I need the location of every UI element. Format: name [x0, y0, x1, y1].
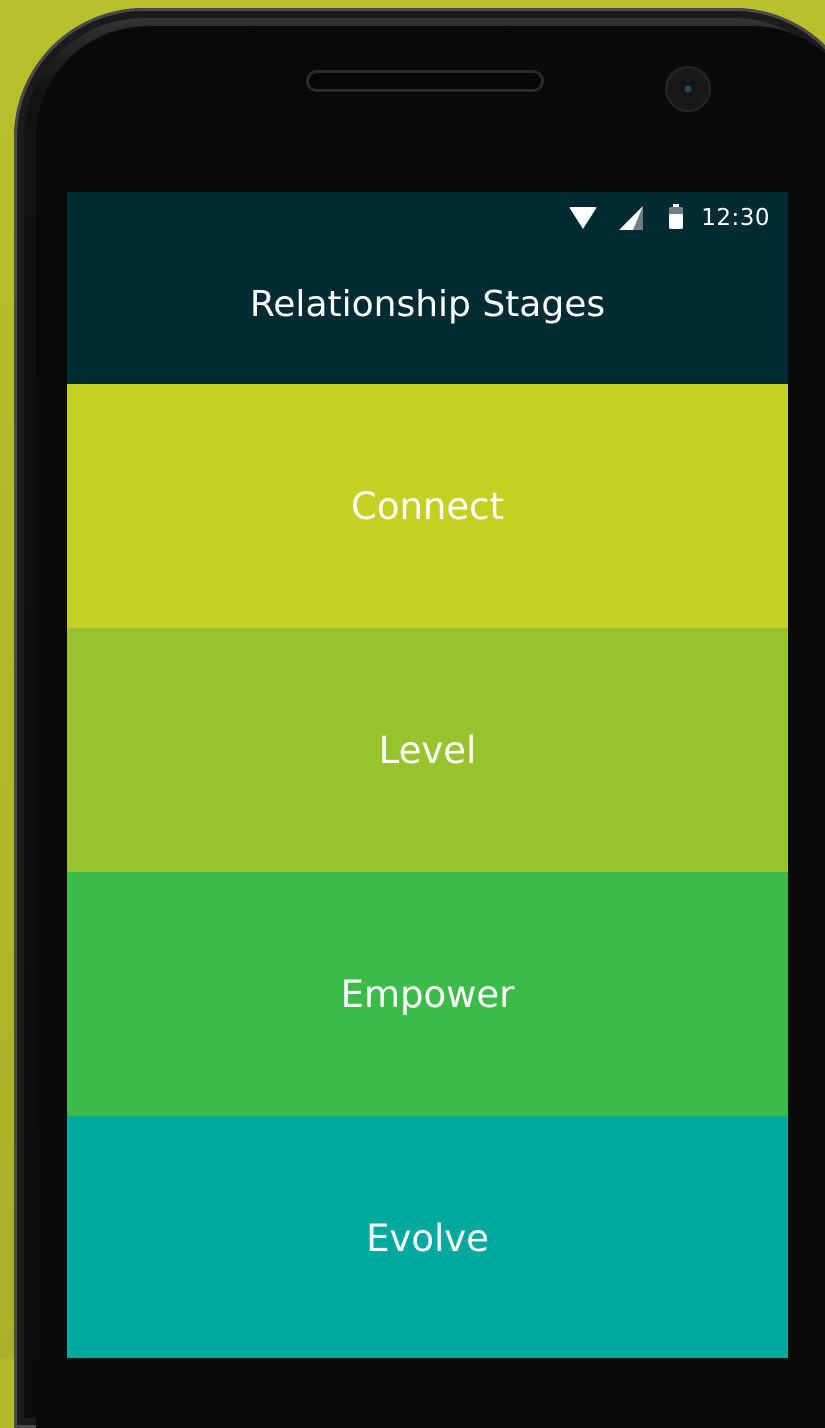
- speaker-grille: [306, 70, 544, 92]
- screen: 12:30 Relationship Stages Connect Level …: [67, 192, 788, 1358]
- stage-item-connect[interactable]: Connect: [67, 384, 788, 628]
- status-bar: 12:30: [569, 192, 788, 244]
- signal-icon: [619, 206, 644, 230]
- stage-item-level[interactable]: Level: [67, 628, 788, 872]
- stage-item-evolve[interactable]: Evolve: [67, 1116, 788, 1358]
- stage-label: Level: [378, 728, 477, 772]
- battery-icon: [669, 204, 684, 229]
- stage-label: Evolve: [366, 1216, 489, 1260]
- front-camera: [665, 66, 711, 112]
- stage-label: Connect: [351, 484, 504, 528]
- stage-label: Empower: [340, 972, 515, 1016]
- stage-list: Connect Level Empower Evolve: [67, 384, 788, 1358]
- wifi-icon: [569, 207, 598, 229]
- status-time: 12:30: [701, 205, 770, 231]
- page-title: Relationship Stages: [249, 284, 606, 325]
- stage-item-empower[interactable]: Empower: [67, 872, 788, 1116]
- app-bar: 12:30 Relationship Stages: [67, 192, 788, 384]
